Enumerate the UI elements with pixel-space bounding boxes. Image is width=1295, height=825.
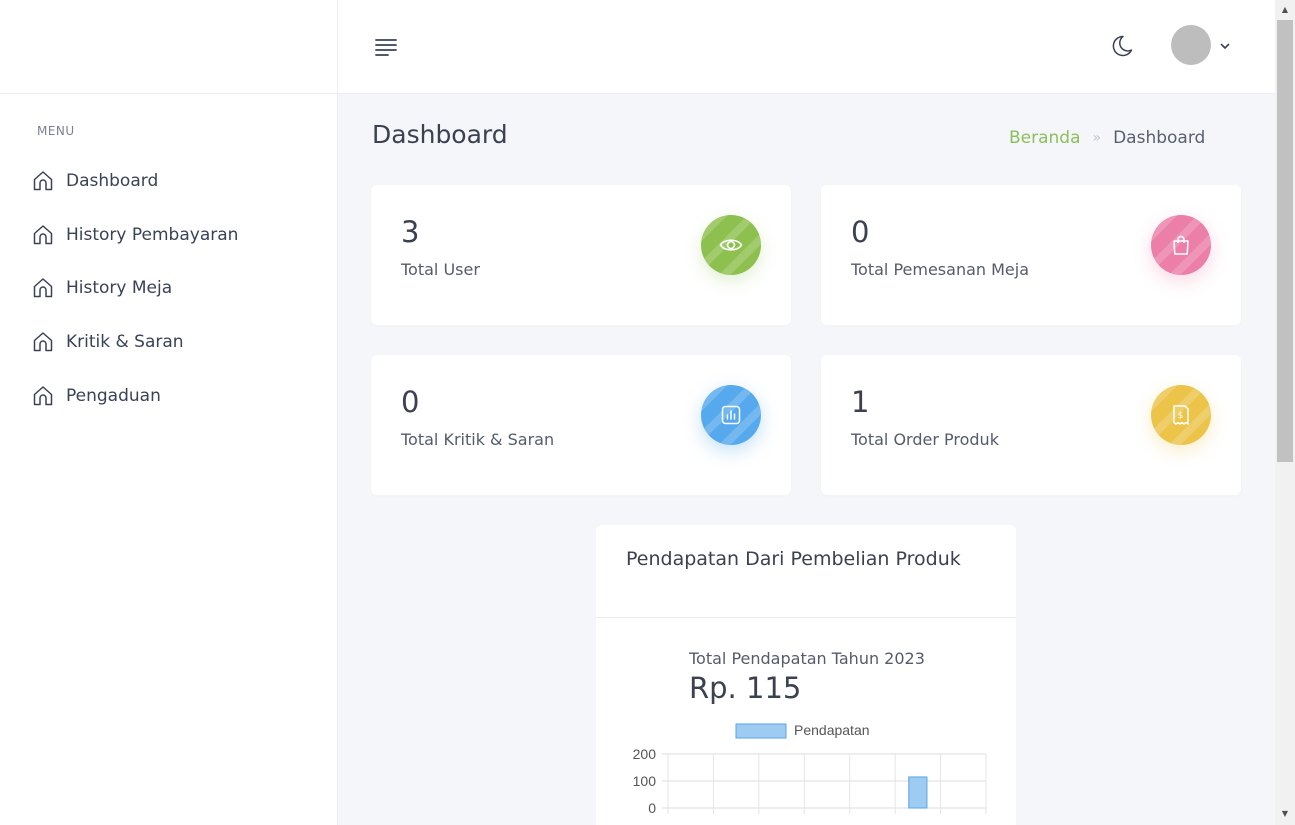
sidebar-item-history-pembayaran[interactable]: History Pembayaran bbox=[31, 220, 238, 250]
scrollbar-thumb[interactable] bbox=[1277, 20, 1293, 462]
stat-label: Total Pemesanan Meja bbox=[851, 260, 1030, 279]
legend-swatch bbox=[735, 723, 787, 739]
stat-label: Total User bbox=[401, 260, 480, 279]
stat-value: 0 bbox=[851, 215, 870, 249]
sidebar-item-label: History Pembayaran bbox=[66, 224, 239, 245]
bar-chart-icon bbox=[701, 385, 761, 445]
home-icon bbox=[31, 276, 55, 300]
sidebar-item-kritik-saran[interactable]: Kritik & Saran bbox=[31, 327, 238, 357]
stat-label: Total Order Produk bbox=[851, 430, 999, 449]
y-tick-label: 200 bbox=[633, 746, 657, 762]
stat-card-total-user: 3 Total User bbox=[371, 185, 791, 325]
breadcrumb-separator: » bbox=[1092, 130, 1102, 146]
stat-value: 1 bbox=[851, 385, 870, 419]
sidebar-item-dashboard[interactable]: Dashboard bbox=[31, 166, 238, 196]
breadcrumb-current: Dashboard bbox=[1113, 128, 1206, 148]
stat-value: 0 bbox=[401, 385, 420, 419]
stat-card-total-pemesanan-meja: 0 Total Pemesanan Meja bbox=[821, 185, 1241, 325]
chart-card-header: Pendapatan Dari Pembelian Produk bbox=[596, 525, 1016, 618]
home-icon bbox=[31, 169, 55, 193]
sidebar-item-pengaduan[interactable]: Pengaduan bbox=[31, 381, 238, 411]
stat-card-total-kritik-saran: 0 Total Kritik & Saran bbox=[371, 355, 791, 495]
eye-icon bbox=[701, 215, 761, 275]
home-icon bbox=[31, 384, 55, 408]
stat-card-total-order-produk: 1 Total Order Produk $ bbox=[821, 355, 1241, 495]
home-icon bbox=[31, 330, 55, 354]
receipt-dollar-icon: $ bbox=[1151, 385, 1211, 445]
legend-label: Pendapatan bbox=[794, 722, 870, 738]
hamburger-menu-icon[interactable] bbox=[374, 37, 398, 57]
avatar[interactable] bbox=[1171, 25, 1211, 65]
scroll-up-arrow-icon[interactable]: ▲ bbox=[1275, 4, 1295, 16]
chart-bar bbox=[908, 776, 928, 809]
revenue-subtitle: Total Pendapatan Tahun 2023 bbox=[689, 649, 925, 668]
shopping-bag-icon bbox=[1151, 215, 1211, 275]
sidebar-item-label: Kritik & Saran bbox=[66, 332, 184, 353]
sidebar-item-label: History Meja bbox=[66, 278, 173, 299]
breadcrumb-home-link[interactable]: Beranda bbox=[1009, 128, 1081, 148]
sidebar-item-label: Pengaduan bbox=[66, 385, 161, 406]
breadcrumb: Beranda » Dashboard bbox=[1009, 128, 1205, 148]
moon-icon[interactable] bbox=[1109, 33, 1135, 59]
topbar bbox=[338, 0, 1275, 94]
chart-card-title: Pendapatan Dari Pembelian Produk bbox=[626, 548, 961, 570]
page-title: Dashboard bbox=[372, 120, 508, 149]
stat-value: 3 bbox=[401, 215, 420, 249]
sidebar-item-history-meja[interactable]: History Meja bbox=[31, 273, 238, 303]
revenue-total: Rp. 115 bbox=[689, 671, 802, 705]
sidebar-menu: Dashboard History Pembayaran History Mej… bbox=[31, 166, 238, 434]
y-tick-label: 100 bbox=[633, 773, 657, 789]
stat-label: Total Kritik & Saran bbox=[401, 430, 555, 449]
scroll-down-arrow-icon[interactable]: ▼ bbox=[1275, 808, 1295, 820]
scrollbar[interactable]: ▲ ▼ bbox=[1275, 0, 1295, 825]
y-tick-label: 0 bbox=[648, 800, 656, 816]
revenue-bar-chart: Pendapatan 200 100 0 bbox=[633, 722, 987, 816]
chevron-down-icon[interactable] bbox=[1218, 38, 1232, 52]
menu-heading: MENU bbox=[37, 124, 75, 138]
revenue-chart-card: Pendapatan Dari Pembelian Produk Total P… bbox=[596, 525, 1016, 825]
svg-text:$: $ bbox=[1178, 411, 1184, 421]
sidebar-item-label: Dashboard bbox=[66, 171, 159, 191]
sidebar-brand bbox=[0, 0, 337, 94]
home-icon bbox=[31, 223, 55, 247]
sidebar: MENU Dashboard History Pembayaran Histor… bbox=[0, 0, 338, 825]
